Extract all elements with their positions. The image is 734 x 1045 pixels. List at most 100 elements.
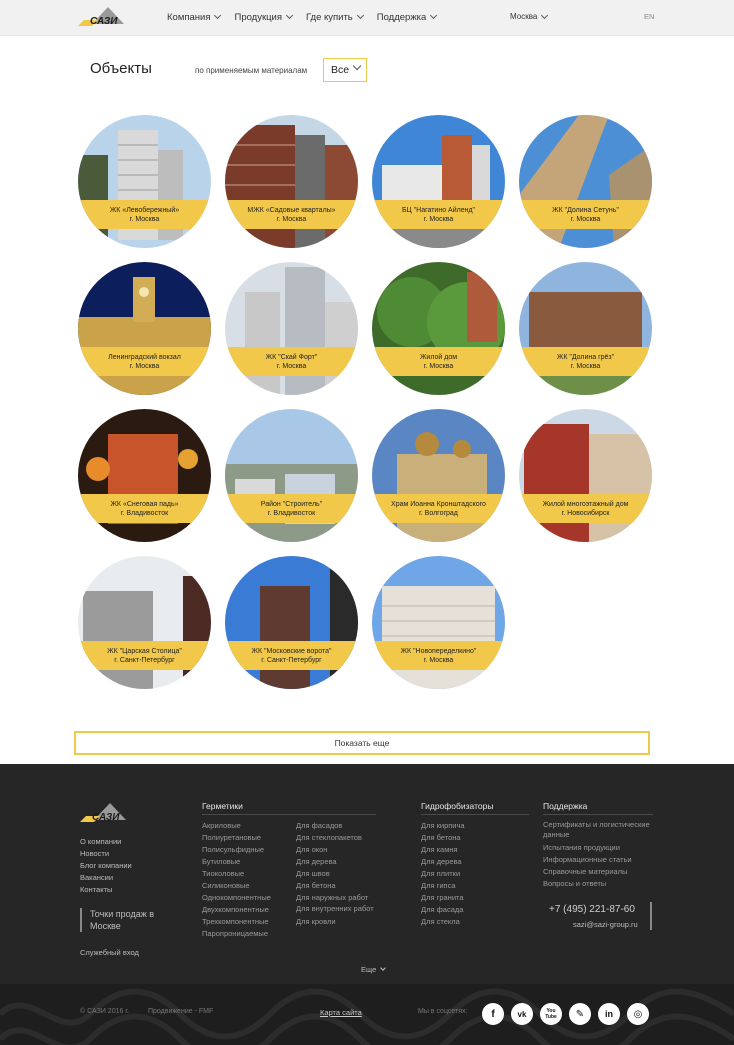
object-card[interactable]: ЖК "Московские ворота" г. Санкт-Петербур… <box>225 556 358 689</box>
footer-product-link[interactable]: Однокомпонентные <box>202 892 294 904</box>
main-nav: Компания Продукция Где купить Поддержка <box>167 0 450 34</box>
footer-product-link[interactable]: Тиоколовые <box>202 868 294 880</box>
object-caption: ЖК «Левобережный» г. Москва <box>78 200 211 229</box>
footer-product-link[interactable]: Для кирпича <box>421 820 521 832</box>
object-card[interactable]: ЖК "Долина грёз" г. Москва <box>519 262 652 395</box>
phone-number[interactable]: +7 (495) 221-87-60 <box>549 904 635 915</box>
footer-product-link[interactable]: Для бетона <box>421 832 521 844</box>
object-card[interactable]: Храм Иоанна Кронштадского г. Волгоград <box>372 409 505 542</box>
object-card[interactable]: Ленинградский вокзал г. Москва <box>78 262 211 395</box>
object-card[interactable]: ЖК «Снеговая падь» г. Владивосток <box>78 409 211 542</box>
footer-support-link[interactable]: Справочные материалы <box>543 866 653 878</box>
object-caption: Храм Иоанна Кронштадского г. Волгоград <box>372 494 505 523</box>
city-selector[interactable]: Москва <box>510 11 549 21</box>
linkedin-icon[interactable]: in <box>598 1003 620 1025</box>
chevron-down-icon <box>356 11 364 20</box>
sazi-logo[interactable]: САЗИ <box>78 4 130 30</box>
footer-support-link[interactable]: Вопросы и ответы <box>543 878 653 890</box>
vk-icon[interactable]: vk <box>511 1003 533 1025</box>
footer-product-link[interactable]: Для стеклопакетов <box>296 832 381 844</box>
sealants-heading[interactable]: Герметики <box>202 801 376 815</box>
footer-product-link[interactable]: Для внутренних работ <box>296 904 381 914</box>
footer-product-link[interactable]: Полиуретановые <box>202 832 294 844</box>
footer-product-link[interactable]: Бутиловые <box>202 856 294 868</box>
object-name: Район "Строитель" <box>260 500 323 508</box>
footer-product-link[interactable]: Для швов <box>296 868 381 880</box>
footer-product-link[interactable]: Паропроницаемые <box>202 928 294 940</box>
footer-product-link[interactable]: Для гипса <box>421 880 521 892</box>
footer-link-vacancies[interactable]: Вакансии <box>80 872 132 884</box>
object-card[interactable]: БЦ "Нагатино Айленд" г. Москва <box>372 115 505 248</box>
footer-link-news[interactable]: Новости <box>80 848 132 860</box>
footer-product-link[interactable]: Полисульфидные <box>202 844 294 856</box>
instagram-icon[interactable]: ◎ <box>627 1003 649 1025</box>
object-caption: Ленинградский вокзал г. Москва <box>78 347 211 376</box>
nav-company[interactable]: Компания <box>167 12 222 23</box>
livejournal-icon[interactable]: ✎ <box>569 1003 591 1025</box>
object-caption: БЦ "Нагатино Айленд" г. Москва <box>372 200 505 229</box>
footer-product-link[interactable]: Для бетона <box>296 880 381 892</box>
youtube-icon[interactable]: You Tube <box>540 1003 562 1025</box>
object-card[interactable]: Район "Строитель" г. Владивосток <box>225 409 358 542</box>
footer-product-link[interactable]: Для гранита <box>421 892 521 904</box>
hydrophobizers-heading[interactable]: Гидрофобизаторы <box>421 801 529 815</box>
object-card[interactable]: Жилой дом г. Москва <box>372 262 505 395</box>
nav-where-to-buy[interactable]: Где купить <box>306 11 364 23</box>
service-login-link[interactable]: Служебный вход <box>80 948 139 957</box>
footer-product-link[interactable]: Для дерева <box>421 856 521 868</box>
object-card[interactable]: ЖК "Долина Сетунь" г. Москва <box>519 115 652 248</box>
footer-product-link[interactable]: Для фасада <box>421 904 521 916</box>
object-city: г. Москва <box>423 362 454 370</box>
language-switch[interactable]: EN <box>644 12 654 21</box>
footer-link-contacts[interactable]: Контакты <box>80 884 132 896</box>
object-city: г. Москва <box>570 215 601 223</box>
facebook-icon[interactable]: f <box>482 1003 504 1025</box>
footer-product-link[interactable]: Трехкомпонентные <box>202 916 294 928</box>
support-heading[interactable]: Поддержка <box>543 801 653 815</box>
site-header: САЗИ Компания Продукция Где купить Подде… <box>0 0 734 36</box>
object-city: г. Москва <box>276 215 307 223</box>
footer-support-link[interactable]: Испытания продукции <box>543 842 653 854</box>
object-caption: МЖК «Садовые кварталы» г. Москва <box>225 200 358 229</box>
footer-support-link[interactable]: Сертификаты и логистические данные <box>543 820 653 840</box>
footer-product-link[interactable]: Для камня <box>421 844 521 856</box>
footer-product-link[interactable]: Силиконовые <box>202 880 294 892</box>
object-card[interactable]: МЖК «Садовые кварталы» г. Москва <box>225 115 358 248</box>
footer-product-link[interactable]: Для плитки <box>421 868 521 880</box>
email-link[interactable]: sazi@sazi-group.ru <box>573 920 638 929</box>
object-city: г. Владивосток <box>267 509 316 517</box>
footer-product-link[interactable]: Для стекла <box>421 916 521 928</box>
object-name: ЖК "Скай Форт" <box>265 353 318 361</box>
show-more-button[interactable]: Показать еще <box>74 731 650 755</box>
points-of-sale-link[interactable]: Точки продаж в Москве <box>80 908 170 932</box>
object-city: г. Владивосток <box>120 509 169 517</box>
footer-support-link[interactable]: Информационные статьи <box>543 854 653 866</box>
object-name: ЖК "Царская Столица" <box>107 647 182 655</box>
footer-link-about[interactable]: О компании <box>80 836 132 848</box>
sazi-logo[interactable]: САЗИ <box>80 800 132 826</box>
footer-more-toggle[interactable]: Еще <box>361 965 387 974</box>
object-card[interactable]: ЖК "Царская Столица" г. Санкт-Петербург <box>78 556 211 689</box>
chevron-down-icon <box>380 965 387 971</box>
nav-support[interactable]: Поддержка <box>377 12 438 23</box>
footer-link-blog[interactable]: Блог компании <box>80 860 132 872</box>
object-caption: ЖК «Снеговая падь» г. Владивосток <box>78 494 211 523</box>
footer-product-link[interactable]: Для кровли <box>296 916 381 928</box>
object-card[interactable]: Жилой многоэтажный дом г. Новосибирск <box>519 409 652 542</box>
footer-product-link[interactable]: Двухкомпонентные <box>202 904 294 916</box>
sitemap-link[interactable]: Карта сайта <box>320 1008 362 1017</box>
object-name: ЖК "Долина Сетунь" <box>552 206 619 214</box>
footer-product-link[interactable]: Акриловые <box>202 820 294 832</box>
footer-product-link[interactable]: Для окон <box>296 844 381 856</box>
footer-product-link[interactable]: Для дерева <box>296 856 381 868</box>
object-card[interactable]: ЖК "Скай Форт" г. Москва <box>225 262 358 395</box>
nav-products[interactable]: Продукция <box>234 12 294 23</box>
promotion-credit[interactable]: Продвижение - FMF <box>148 1008 213 1015</box>
footer-product-link[interactable]: Для фасадов <box>296 820 381 832</box>
materials-filter-select[interactable]: Все <box>323 58 367 82</box>
footer-product-link[interactable]: Для наружных работ <box>296 892 381 904</box>
svg-text:САЗИ: САЗИ <box>92 812 120 823</box>
object-card[interactable]: ЖК «Левобережный» г. Москва <box>78 115 211 248</box>
object-caption: ЖК "Новопеределкино" г. Москва <box>372 641 505 670</box>
object-card[interactable]: ЖК "Новопеределкино" г. Москва <box>372 556 505 689</box>
